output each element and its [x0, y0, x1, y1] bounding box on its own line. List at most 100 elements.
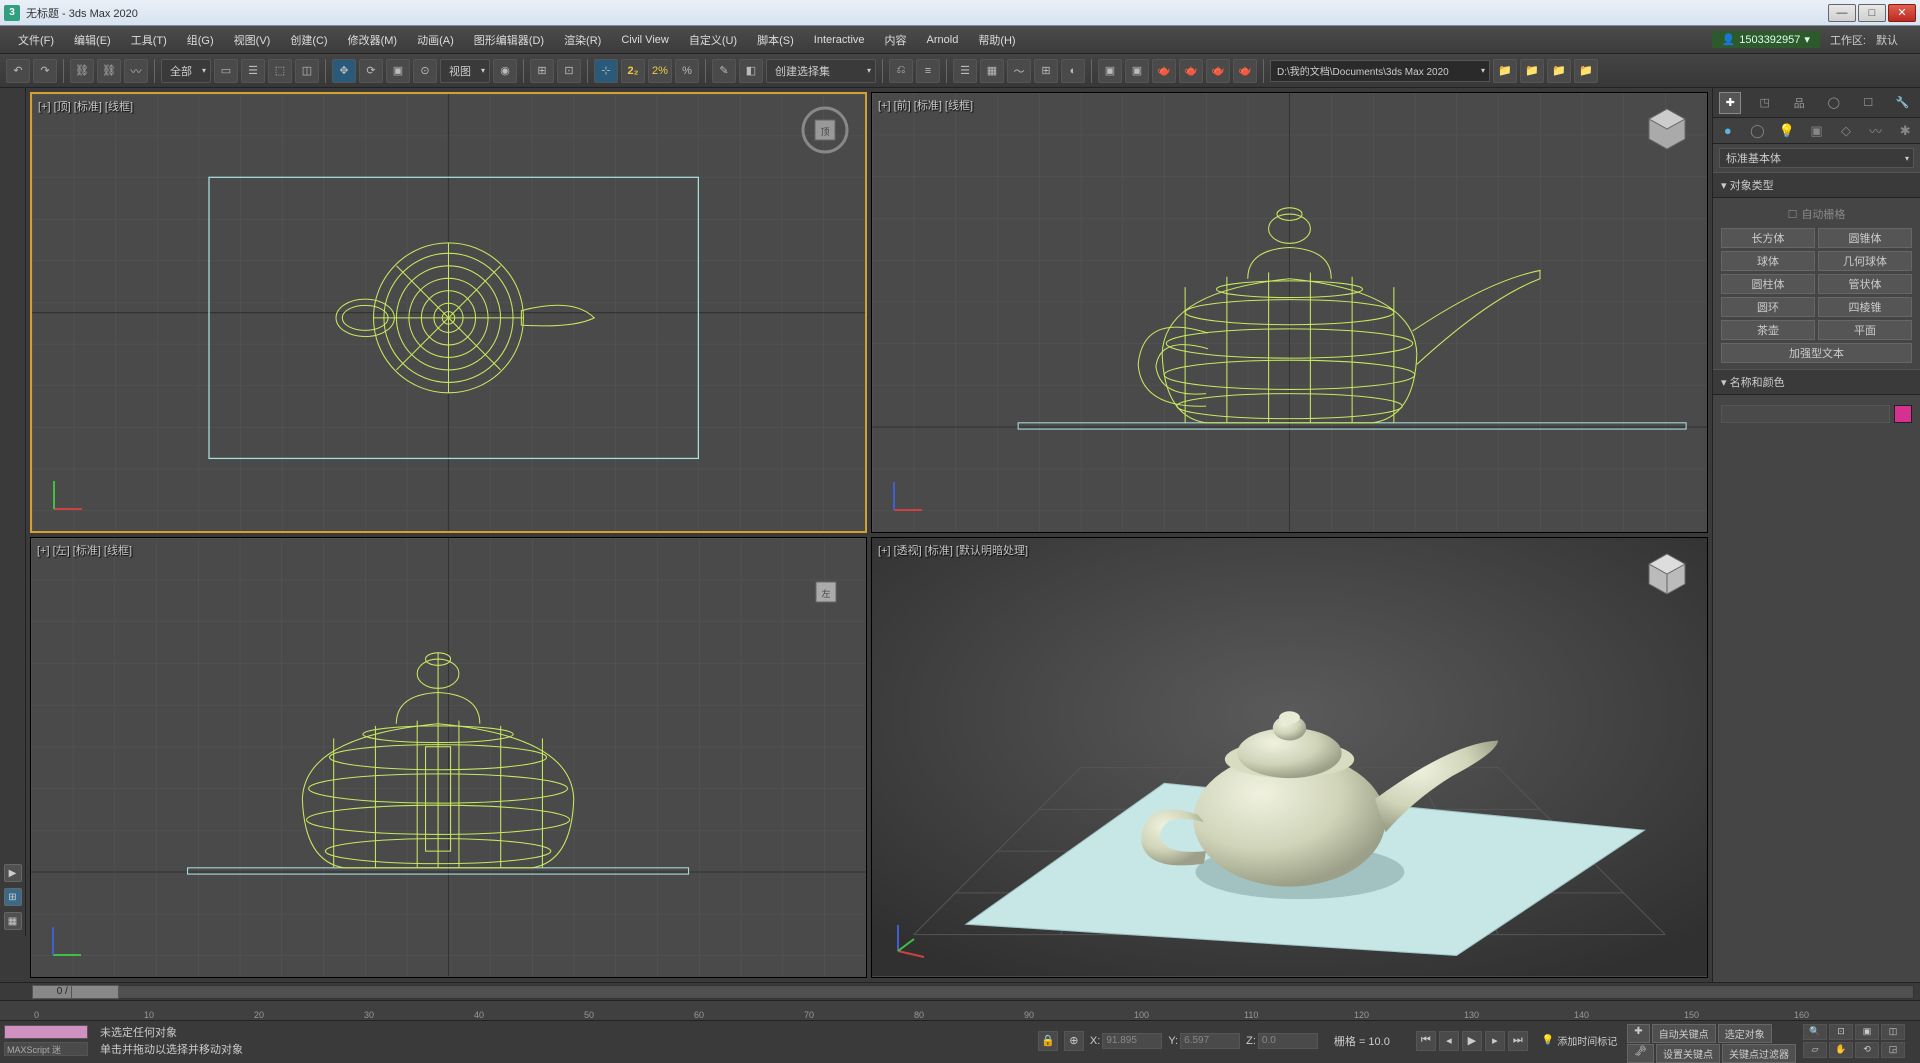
cameras-icon[interactable]: ▣ [1807, 122, 1825, 140]
snap-toggle-button[interactable]: ⊹ [594, 59, 618, 83]
keyfilter-button[interactable]: 关键点过滤器 [1722, 1044, 1796, 1063]
bind-spacewarp-button[interactable]: 〰 [124, 59, 148, 83]
autogrid-checkbox[interactable]: ☐自动栅格 [1721, 204, 1912, 228]
helpers-icon[interactable]: ◇ [1837, 122, 1855, 140]
menu-help[interactable]: 帮助(H) [968, 28, 1025, 52]
toggle-ribbon-button[interactable]: ▦ [980, 59, 1004, 83]
viewport-left[interactable]: [+] [左] [标准] [线框] 左 [30, 537, 867, 978]
menu-civilview[interactable]: Civil View [611, 30, 678, 50]
menu-edit[interactable]: 编辑(E) [64, 28, 121, 52]
mirror-tool-button[interactable]: ⎌ [889, 59, 913, 83]
layer-explorer-button[interactable]: ☰ [953, 59, 977, 83]
utilities-tab[interactable]: 🔧 [1892, 92, 1914, 114]
spacewarps-icon[interactable]: 〰 [1867, 122, 1885, 140]
plane-button[interactable]: 平面 [1818, 320, 1912, 340]
box-button[interactable]: 长方体 [1721, 228, 1815, 248]
trackview-button[interactable]: ▶ [4, 864, 22, 882]
viewcube-icon[interactable]: 左 [802, 568, 850, 616]
select-manipulate-button[interactable]: ⊞ [530, 59, 554, 83]
zoom-all-button[interactable]: ⊡ [1829, 1024, 1853, 1040]
lights-icon[interactable]: 💡 [1778, 122, 1796, 140]
time-slider-thumb[interactable] [71, 985, 119, 999]
goto-start-button[interactable]: ⏮ [1416, 1031, 1436, 1051]
maximize-viewport-button[interactable]: ◲ [1881, 1042, 1905, 1058]
render-setup-button[interactable]: ▣ [1098, 59, 1122, 83]
align-button[interactable]: ≡ [916, 59, 940, 83]
menu-modifiers[interactable]: 修改器(M) [338, 28, 408, 52]
zoom-extents-button[interactable]: ▣ [1855, 1024, 1879, 1040]
viewport-front[interactable]: [+] [前] [标准] [线框] [871, 92, 1708, 533]
object-name-input[interactable] [1721, 405, 1890, 423]
viewport-layout-button[interactable]: ⊞ [4, 888, 22, 906]
zoom-button[interactable]: 🔍 [1803, 1024, 1827, 1040]
viewport-label[interactable]: [+] [前] [标准] [线框] [878, 97, 973, 113]
viewport-label[interactable]: [+] [透视] [标准] [默认明暗处理] [878, 542, 1028, 558]
viewport-label[interactable]: [+] [左] [标准] [线框] [37, 542, 132, 558]
goto-end-button[interactable]: ⏭ [1508, 1031, 1528, 1051]
link-button[interactable]: ⛓ [70, 59, 94, 83]
prev-frame-button[interactable]: ◂ [1439, 1031, 1459, 1051]
create-tab[interactable]: ✚ [1719, 92, 1741, 114]
edit-named-sel-button[interactable]: ✎ [712, 59, 736, 83]
geosphere-button[interactable]: 几何球体 [1818, 251, 1912, 271]
category-dropdown[interactable]: 标准基本体 [1719, 148, 1914, 168]
menu-tools[interactable]: 工具(T) [121, 28, 177, 52]
menu-views[interactable]: 视图(V) [224, 28, 281, 52]
x-field[interactable]: 91.895 [1102, 1033, 1162, 1049]
select-move-button[interactable]: ✥ [332, 59, 356, 83]
user-account-button[interactable]: 👤1503392957▾ [1712, 31, 1820, 48]
menu-interactive[interactable]: Interactive [804, 30, 875, 50]
viewcube-icon[interactable] [1643, 550, 1691, 598]
geometry-icon[interactable]: ● [1719, 122, 1737, 140]
sphere-button[interactable]: 球体 [1721, 251, 1815, 271]
rollout-object-type[interactable]: ▾ 对象类型 [1713, 172, 1920, 198]
display-tab[interactable]: ☐ [1857, 92, 1879, 114]
mirror-button[interactable]: ◧ [739, 59, 763, 83]
timeline-ruler[interactable]: 0 10 20 30 40 50 60 70 80 90 100 110 120… [0, 1000, 1920, 1020]
select-region-button[interactable]: ⬚ [268, 59, 292, 83]
viewcube-icon[interactable] [1643, 105, 1691, 153]
play-button[interactable]: ▶ [1462, 1031, 1482, 1051]
setkey-button[interactable]: 设置关键点 [1656, 1044, 1720, 1063]
tube-button[interactable]: 管状体 [1818, 274, 1912, 294]
rendered-frame-button[interactable]: ▣ [1125, 59, 1149, 83]
use-pivot-button[interactable]: ◉ [493, 59, 517, 83]
unlink-button[interactable]: ⛓ [97, 59, 121, 83]
refcoord-dropdown[interactable]: 视图 [440, 59, 490, 83]
spinner-snap-button[interactable]: % [675, 59, 699, 83]
window-crossing-button[interactable]: ◫ [295, 59, 319, 83]
set-key-button[interactable]: ✚ [1627, 1024, 1649, 1043]
time-slider[interactable] [118, 985, 1914, 999]
menu-grapheditors[interactable]: 图形编辑器(D) [464, 28, 554, 52]
menu-create[interactable]: 创建(C) [280, 28, 337, 52]
key-mode-button[interactable]: 🗝 [1627, 1044, 1654, 1063]
menu-scripting[interactable]: 脚本(S) [747, 28, 804, 52]
lock-selection-icon[interactable]: 🔒 [1038, 1031, 1058, 1051]
cylinder-button[interactable]: 圆柱体 [1721, 274, 1815, 294]
set-project-button[interactable]: 📁 [1520, 59, 1544, 83]
transform-gizmo-icon[interactable]: ⊕ [1064, 1031, 1084, 1051]
shapes-icon[interactable]: ◯ [1748, 122, 1766, 140]
minimize-button[interactable]: — [1828, 4, 1856, 22]
maximize-button[interactable]: □ [1858, 4, 1886, 22]
object-color-swatch[interactable] [1894, 405, 1912, 423]
z-field[interactable]: 0.0 [1258, 1033, 1318, 1049]
menu-file[interactable]: 文件(F) [8, 28, 64, 52]
named-selection-dropdown[interactable]: 创建选择集 [766, 59, 876, 83]
select-object-button[interactable]: ▭ [214, 59, 238, 83]
render-production-button[interactable]: 🫖 [1152, 59, 1176, 83]
hierarchy-tab[interactable]: 品 [1788, 92, 1810, 114]
select-rotate-button[interactable]: ⟳ [359, 59, 383, 83]
select-by-name-button[interactable]: ☰ [241, 59, 265, 83]
percent-snap-button[interactable]: 2% [648, 59, 672, 83]
torus-button[interactable]: 圆环 [1721, 297, 1815, 317]
zoom-extents-all-button[interactable]: ◫ [1881, 1024, 1905, 1040]
curve-editor-button[interactable]: 〜 [1007, 59, 1031, 83]
render-iterative-button[interactable]: 🫖 [1179, 59, 1203, 83]
pyramid-button[interactable]: 四棱锥 [1818, 297, 1912, 317]
select-scale-button[interactable]: ▣ [386, 59, 410, 83]
orbit-button[interactable]: ⟲ [1855, 1042, 1879, 1058]
systems-icon[interactable]: ✱ [1896, 122, 1914, 140]
menu-content[interactable]: 内容 [875, 28, 917, 52]
maxscript-listener[interactable]: MAXScript 迷 [4, 1042, 88, 1056]
